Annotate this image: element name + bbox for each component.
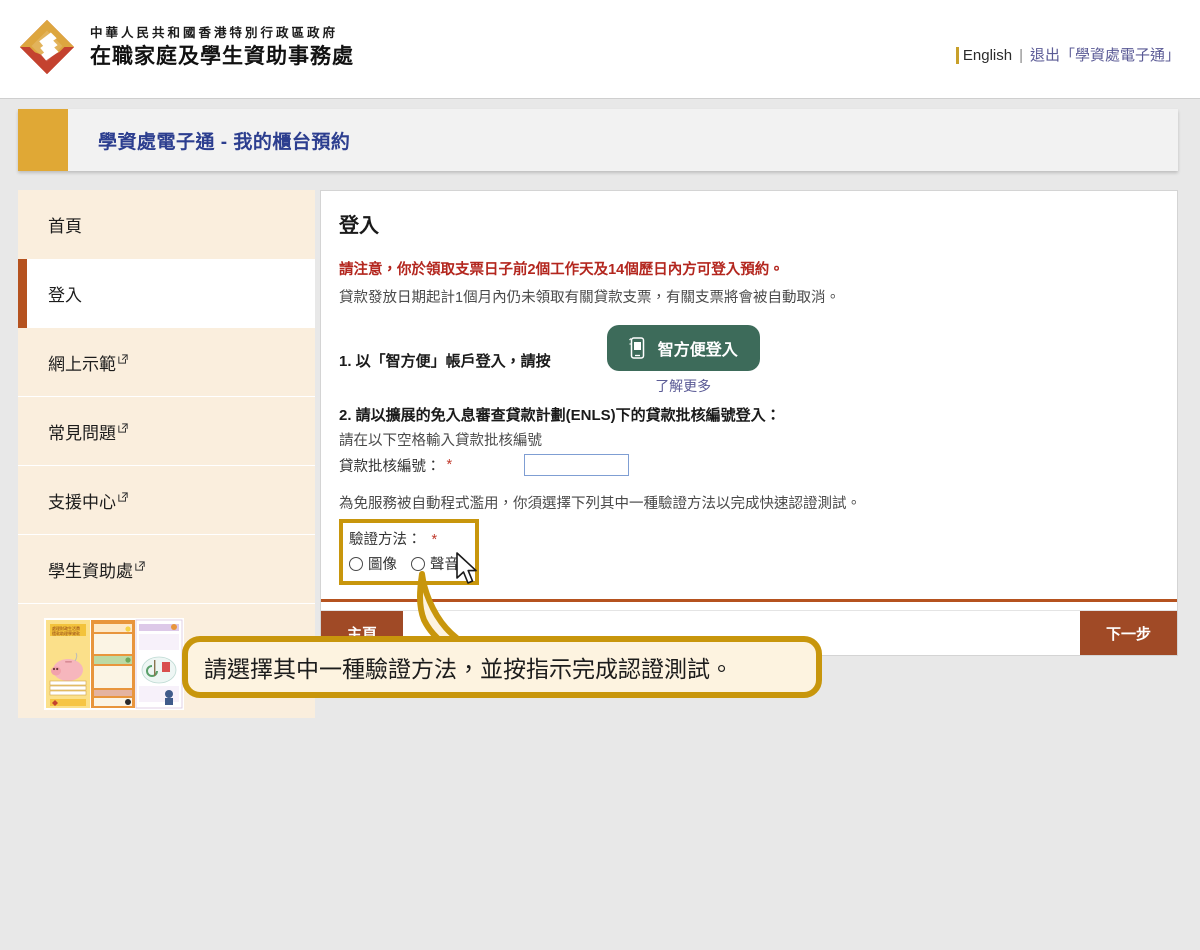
warning-notice: 請注意，你於領取支票日子前2個工作天及14個歷日內方可登入預約。	[339, 262, 784, 278]
sidebar-item-label: 網上示範	[48, 354, 116, 374]
wfsfaa-diamond-logo	[19, 19, 75, 75]
sidebar-item-sfo[interactable]: 學生資助處	[18, 535, 315, 604]
sidebar-item-support-centre[interactable]: 支援中心	[18, 466, 315, 535]
sidebar-item-label: 首頁	[48, 217, 82, 236]
header-separator: |	[1019, 47, 1023, 64]
iam-smart-group: 智方便登入 了解更多	[606, 325, 760, 396]
step2-hint: 請在以下空格輸入貸款批核編號	[339, 433, 542, 449]
verification-label-row: 驗證方法： *	[349, 528, 459, 549]
language-switch-link[interactable]: English	[955, 47, 1013, 64]
iam-smart-login-button[interactable]: 智方便登入	[606, 325, 760, 371]
org-name-cn-large: 在職家庭及學生資助事務處	[90, 44, 354, 68]
iam-smart-login-label: 智方便登入	[657, 342, 738, 359]
sidebar-item-faq[interactable]: 常見問題	[18, 397, 315, 466]
loan-number-input[interactable]	[524, 454, 630, 476]
verification-label: 驗證方法：	[349, 532, 422, 548]
sidebar-item-label: 學生資助處	[48, 561, 133, 581]
captcha-explanation: 為免服務被自動程式濫用，你須選擇下列其中一種驗證方法以完成快速認證測試。	[339, 496, 861, 512]
smartphone-icon	[628, 337, 644, 359]
page-title-bar: 學資處電子通 - 我的櫃台預約	[18, 109, 1178, 171]
external-link-icon	[118, 492, 128, 502]
sidebar-item-online-demo[interactable]: 網上示範	[18, 328, 315, 397]
header-links: English | 退出「學資處電子通」	[955, 44, 1180, 65]
sidebar-item-label: 常見問題	[48, 423, 116, 443]
loan-number-label: 貸款批核編號：	[339, 458, 441, 475]
org-name-cn-small: 中華人民共和國香港特別行政區政府	[90, 26, 339, 41]
step1-label: 1. 以「智方便」帳戶登入，請按	[339, 353, 551, 370]
content-heading: 登入	[339, 215, 379, 237]
loan-number-field-row: 貸款批核編號： *	[339, 454, 1159, 476]
external-link-icon	[118, 354, 128, 364]
step2-title: 2. 請以擴展的免入息審查貸款計劃(ENLS)下的貸款批核編號登入：	[339, 407, 781, 424]
radio-circle-icon	[349, 556, 363, 571]
page-title: 學資處電子通 - 我的櫃台預約	[98, 131, 351, 153]
logout-link[interactable]: 退出「學資處電子通」	[1030, 47, 1180, 64]
learn-more-link[interactable]: 了解更多	[607, 376, 760, 396]
required-asterisk: *	[431, 532, 438, 548]
title-accent-block	[18, 109, 68, 171]
sidebar-item-label: 支援中心	[48, 492, 116, 512]
sidebar-item-login[interactable]: 登入	[18, 259, 315, 328]
promo-leaflet-image[interactable]: 處理財政生活費 還款助理學貸款	[44, 618, 184, 710]
brand-text: 中華人民共和國香港特別行政區政府 在職家庭及學生資助事務處	[90, 27, 354, 67]
sidebar-item-label: 登入	[48, 286, 82, 305]
required-asterisk: *	[446, 457, 453, 473]
instruction-callout: 請選擇其中一種驗證方法，並按指示完成認證測試。	[182, 636, 822, 698]
site-header: 中華人民共和國香港特別行政區政府 在職家庭及學生資助事務處 English | 退出…	[0, 0, 1200, 99]
next-step-button[interactable]: 下一步	[1079, 611, 1177, 655]
brand: 中華人民共和國香港特別行政區政府 在職家庭及學生資助事務處	[18, 18, 354, 76]
instruction-callout-text: 請選擇其中一種驗證方法，並按指示完成認證測試。	[204, 656, 733, 682]
info-notice: 貸款發放日期起計1個月內仍未領取有關貸款支票，有關支票將會被自動取消。	[339, 290, 841, 306]
external-link-icon	[118, 423, 128, 433]
sidebar-item-home[interactable]: 首頁	[18, 190, 315, 259]
step1-row: 1. 以「智方便」帳戶登入，請按 智方便登入 了解更多	[339, 325, 1159, 396]
external-link-icon	[135, 561, 145, 571]
svg-text:還款助理學貸款: 還款助理學貸款	[52, 630, 80, 636]
